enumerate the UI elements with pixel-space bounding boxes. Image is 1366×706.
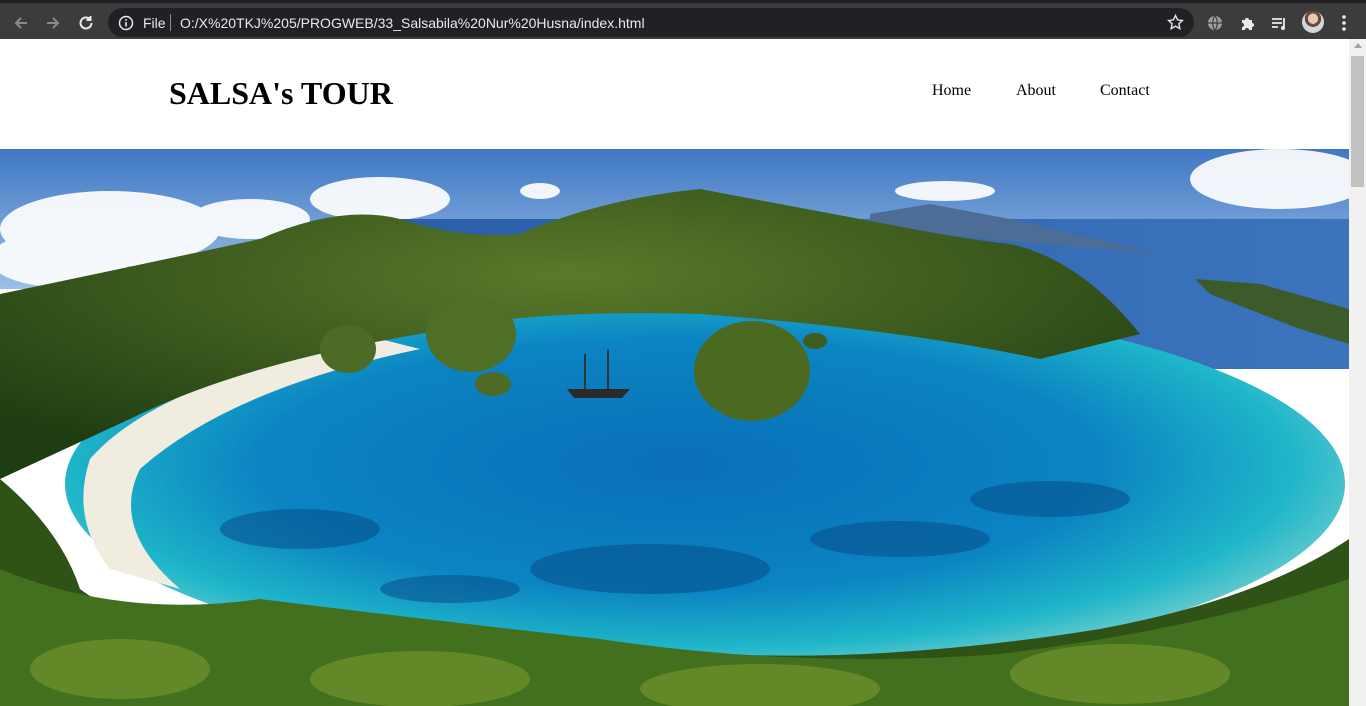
nav-link-contact[interactable]: Contact [1100, 82, 1150, 100]
info-icon[interactable] [118, 15, 134, 36]
globe-extension-icon[interactable] [1205, 13, 1225, 33]
scroll-thumb[interactable] [1351, 56, 1364, 187]
profile-avatar[interactable] [1302, 11, 1324, 33]
reload-button[interactable] [74, 11, 98, 35]
url-scheme-label: File [143, 15, 166, 31]
arrow-right-icon [47, 17, 60, 29]
vertical-scrollbar[interactable] [1349, 39, 1366, 706]
arrow-left-icon [14, 17, 27, 29]
forward-button[interactable] [41, 11, 65, 35]
lagoon-photo [0, 149, 1349, 706]
site-header: SALSA's TOUR Home About Contact [0, 39, 1349, 149]
nav-link-about[interactable]: About [1016, 82, 1056, 100]
browser-toolbar: File O:/X%20TKJ%205/PROGWEB/33_Salsabila… [0, 0, 1366, 39]
page-viewport: SALSA's TOUR Home About Contact [0, 39, 1349, 706]
bookmark-star-icon[interactable] [1167, 13, 1184, 36]
site-title: SALSA's TOUR [169, 75, 393, 111]
nav-link-home[interactable]: Home [932, 82, 971, 100]
scroll-up-arrow-icon[interactable] [1354, 43, 1362, 48]
menu-kebab-icon[interactable] [1334, 13, 1354, 33]
reload-icon [79, 16, 93, 30]
url-text[interactable]: O:/X%20TKJ%205/PROGWEB/33_Salsabila%20Nu… [180, 15, 645, 31]
divider [170, 14, 171, 31]
hero-image [0, 149, 1349, 706]
media-queue-icon[interactable] [1269, 13, 1289, 33]
back-button[interactable] [9, 11, 33, 35]
address-bar[interactable]: File O:/X%20TKJ%205/PROGWEB/33_Salsabila… [108, 8, 1194, 37]
extensions-puzzle-icon[interactable] [1237, 13, 1257, 33]
